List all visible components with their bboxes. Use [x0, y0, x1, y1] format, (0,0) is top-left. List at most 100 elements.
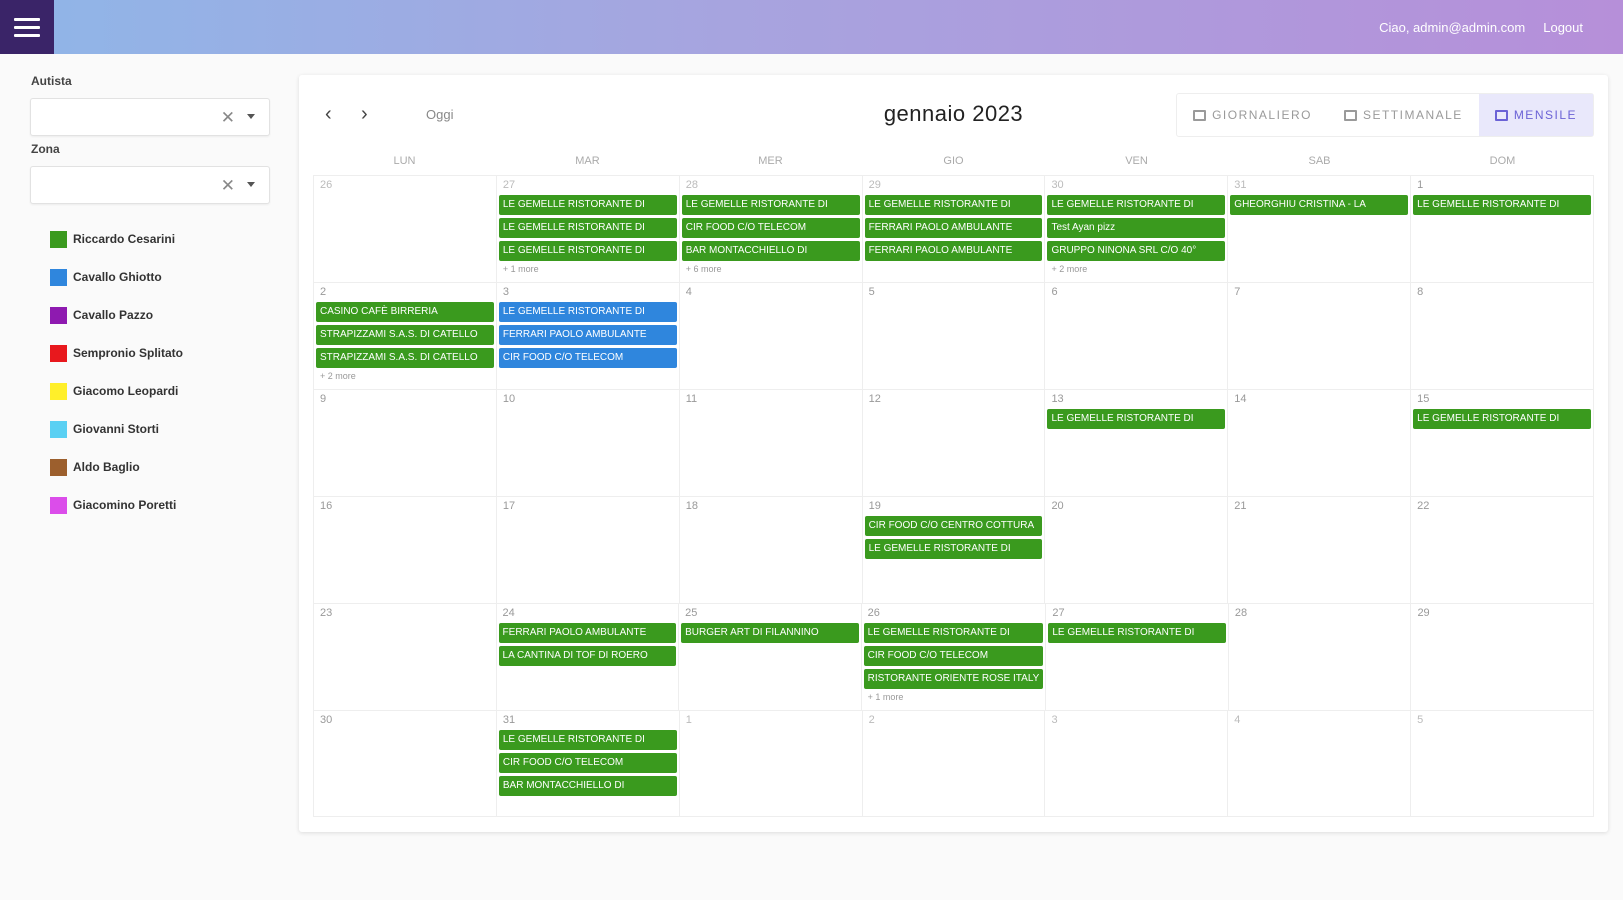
day-cell[interactable]: 11 [680, 390, 863, 496]
day-cell[interactable]: 4 [680, 283, 863, 389]
day-cell[interactable]: 13 LE GEMELLE RISTORANTE DI [1045, 390, 1229, 496]
day-cell[interactable]: 1 LE GEMELLE RISTORANTE DI [1411, 176, 1595, 282]
calendar-event[interactable]: LE GEMELLE RISTORANTE DI [863, 623, 1044, 643]
calendar-event[interactable]: LE GEMELLE RISTORANTE DI [1413, 409, 1592, 429]
legend-item[interactable]: Cavallo Ghiotto [50, 258, 183, 296]
day-cell[interactable]: 18 [680, 497, 863, 603]
calendar-event[interactable]: LE GEMELLE RISTORANTE DI [498, 241, 677, 261]
day-cell[interactable]: 26 LE GEMELLE RISTORANTE DI CIR FOOD C/O T… [862, 604, 1047, 710]
legend-item[interactable]: Cavallo Pazzo [50, 296, 183, 334]
day-cell[interactable]: 7 [1228, 283, 1412, 389]
chevron-down-icon[interactable] [247, 182, 255, 187]
day-cell[interactable]: 20 [1045, 497, 1229, 603]
day-cell[interactable]: 2 CASINO CAFÈ BIRRERIA STRAPIZZAMI S.A.S. … [313, 283, 497, 389]
legend-item[interactable]: Aldo Baglio [50, 448, 183, 486]
day-cell[interactable]: 30 LE GEMELLE RISTORANTE DI Test Ayan pizz… [1045, 176, 1229, 282]
day-cell[interactable]: 30 [313, 711, 497, 816]
day-cell[interactable]: 2 [863, 711, 1046, 816]
clear-icon[interactable]: ✕ [221, 176, 235, 196]
more-events-link[interactable]: + 6 more [682, 264, 860, 274]
week-view-button[interactable]: SETTIMANALE [1328, 94, 1479, 136]
calendar-event[interactable]: RISTORANTE ORIENTE ROSE ITALY [863, 669, 1044, 689]
calendar-event[interactable]: FERRARI PAOLO AMBULANTE [864, 218, 1043, 238]
day-cell[interactable]: 31 LE GEMELLE RISTORANTE DI CIR FOOD C/O T… [497, 711, 680, 816]
zone-filter-select[interactable]: ✕ [30, 166, 270, 204]
day-cell[interactable]: 9 [313, 390, 497, 496]
calendar-event[interactable]: STRAPIZZAMI S.A.S. DI CATELLO [316, 348, 494, 368]
legend-item[interactable]: Giacomo Leopardi [50, 372, 183, 410]
day-cell[interactable]: 23 [313, 604, 497, 710]
more-events-link[interactable]: + 2 more [316, 371, 494, 381]
calendar-event[interactable]: LE GEMELLE RISTORANTE DI [864, 195, 1043, 215]
calendar-event[interactable]: LE GEMELLE RISTORANTE DI [864, 539, 1043, 559]
day-cell[interactable]: 28 LE GEMELLE RISTORANTE DI CIR FOOD C/O T… [680, 176, 863, 282]
calendar-event[interactable]: Test Ayan pizz [1047, 218, 1226, 238]
more-events-link[interactable]: + 1 more [499, 264, 677, 274]
day-cell[interactable]: 5 [1411, 711, 1595, 816]
day-cell[interactable]: 1 [680, 711, 863, 816]
day-cell[interactable]: 8 [1411, 283, 1595, 389]
day-cell[interactable]: 12 [863, 390, 1046, 496]
day-cell[interactable]: 3 LE GEMELLE RISTORANTE DI FERRARI PAOLO A… [497, 283, 680, 389]
calendar-event[interactable]: LE GEMELLE RISTORANTE DI [1413, 195, 1592, 215]
calendar-event[interactable]: CIR FOOD C/O CENTRO COTTURA [864, 516, 1043, 536]
day-cell[interactable]: 22 [1411, 497, 1595, 603]
day-cell[interactable]: 19 CIR FOOD C/O CENTRO COTTURA LE GEMELLE … [863, 497, 1046, 603]
day-cell[interactable]: 3 [1045, 711, 1229, 816]
month-view-button[interactable]: MENSILE [1478, 94, 1593, 136]
day-cell[interactable]: 29 [1411, 604, 1594, 710]
calendar-event[interactable]: GRUPPO NINONA SRL C/O 40° [1047, 241, 1226, 261]
calendar-event[interactable]: LE GEMELLE RISTORANTE DI [498, 195, 677, 215]
more-events-link[interactable]: + 2 more [1047, 264, 1225, 274]
day-view-button[interactable]: GIORNALIERO [1177, 94, 1328, 136]
logout-link[interactable]: Logout [1543, 20, 1583, 35]
legend-item[interactable]: Giovanni Storti [50, 410, 183, 448]
calendar-event[interactable]: STRAPIZZAMI S.A.S. DI CATELLO [316, 325, 494, 345]
day-cell[interactable]: 27 LE GEMELLE RISTORANTE DI [1046, 604, 1229, 710]
day-cell[interactable]: 14 [1228, 390, 1412, 496]
calendar-event[interactable]: CIR FOOD C/O TELECOM [681, 218, 860, 238]
day-cell[interactable]: 5 [863, 283, 1046, 389]
legend-item[interactable]: Giacomino Poretti [50, 486, 183, 524]
calendar-event[interactable]: BAR MONTACCHIELLO DI [681, 241, 860, 261]
legend-item[interactable]: Riccardo Cesarini [50, 220, 183, 258]
calendar-event[interactable]: BAR MONTACCHIELLO DI [498, 776, 677, 796]
day-cell[interactable]: 10 [497, 390, 680, 496]
calendar-event[interactable]: CIR FOOD C/O TELECOM [498, 348, 677, 368]
calendar-event[interactable]: CASINO CAFÈ BIRRERIA [316, 302, 494, 322]
day-cell[interactable]: 15 LE GEMELLE RISTORANTE DI [1411, 390, 1595, 496]
calendar-event[interactable]: LE GEMELLE RISTORANTE DI [498, 218, 677, 238]
calendar-event[interactable]: CIR FOOD C/O TELECOM [863, 646, 1044, 666]
more-events-link[interactable]: + 1 more [864, 692, 1044, 702]
clear-icon[interactable]: ✕ [221, 108, 235, 128]
day-cell[interactable]: 26 [313, 176, 497, 282]
calendar-event[interactable]: LE GEMELLE RISTORANTE DI [1048, 623, 1226, 643]
calendar-event[interactable]: BURGER ART DI FILANNINO [681, 623, 859, 643]
agent-filter-select[interactable]: ✕ [30, 98, 270, 136]
calendar-event[interactable]: GHEORGHIU CRISTINA - LA [1230, 195, 1409, 215]
calendar-event[interactable]: LE GEMELLE RISTORANTE DI [681, 195, 860, 215]
calendar-event[interactable]: FERRARI PAOLO AMBULANTE [498, 623, 677, 643]
day-cell[interactable]: 29 LE GEMELLE RISTORANTE DI FERRARI PAOLO … [863, 176, 1046, 282]
day-cell[interactable]: 31 GHEORGHIU CRISTINA - LA [1228, 176, 1412, 282]
day-cell[interactable]: 17 [497, 497, 680, 603]
calendar-event[interactable]: LA CANTINA DI TOF DI ROERO [498, 646, 677, 666]
calendar-event[interactable]: CIR FOOD C/O TELECOM [498, 753, 677, 773]
hamburger-menu-button[interactable] [0, 0, 54, 54]
chevron-down-icon[interactable] [247, 114, 255, 119]
calendar-event[interactable]: LE GEMELLE RISTORANTE DI [1047, 195, 1226, 215]
calendar-event[interactable]: FERRARI PAOLO AMBULANTE [498, 325, 677, 345]
calendar-event[interactable]: FERRARI PAOLO AMBULANTE [864, 241, 1043, 261]
day-cell[interactable]: 16 [313, 497, 497, 603]
day-cell[interactable]: 24 FERRARI PAOLO AMBULANTE LA CANTINA DI T… [497, 604, 680, 710]
day-cell[interactable]: 27 LE GEMELLE RISTORANTE DI LE GEMELLE RIS… [497, 176, 680, 282]
calendar-event[interactable]: LE GEMELLE RISTORANTE DI [498, 730, 677, 750]
calendar-event[interactable]: LE GEMELLE RISTORANTE DI [1047, 409, 1226, 429]
calendar-event[interactable]: LE GEMELLE RISTORANTE DI [498, 302, 677, 322]
day-cell[interactable]: 4 [1228, 711, 1412, 816]
legend-item[interactable]: Sempronio Splitato [50, 334, 183, 372]
day-cell[interactable]: 6 [1045, 283, 1229, 389]
day-cell[interactable]: 28 [1229, 604, 1412, 710]
day-cell[interactable]: 25 BURGER ART DI FILANNINO [679, 604, 862, 710]
day-cell[interactable]: 21 [1228, 497, 1412, 603]
